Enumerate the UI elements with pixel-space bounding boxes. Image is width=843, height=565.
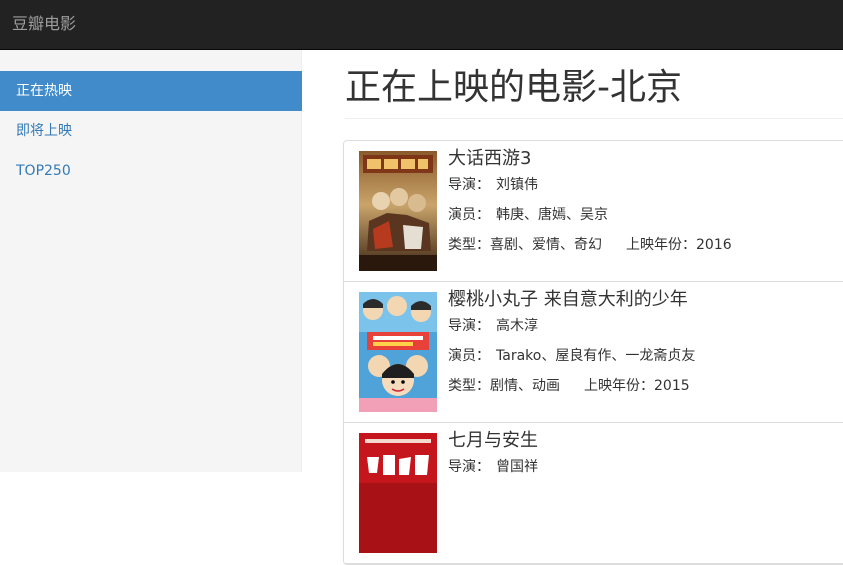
top-navbar: 豆瓣电影 (0, 0, 843, 50)
director-value: 刘镇伟 (496, 177, 538, 193)
movie-title[interactable]: 大话西游3 (448, 148, 531, 170)
director-value: 曾国祥 (496, 459, 538, 475)
year-value: 2015 (654, 378, 690, 394)
actors-value: Tarako、屋良有作、一龙斋贞友 (496, 348, 696, 364)
director-label: 导演： (448, 459, 490, 475)
genre-label: 类型： (448, 378, 490, 394)
sidebar-item-now-showing[interactable]: 正在热映 (0, 71, 302, 111)
brand-link[interactable]: 豆瓣电影 (12, 14, 76, 34)
sidebar: 正在热映 即将上映 TOP250 (0, 50, 302, 472)
movie-actors: 演员： Tarako、屋良有作、一龙斋贞友 (448, 347, 695, 365)
movie-title[interactable]: 樱桃小丸子 来自意大利的少年 (448, 289, 688, 311)
movie-poster[interactable] (359, 433, 437, 553)
year-label: 上映年份： (626, 237, 696, 253)
year-label: 上映年份： (584, 378, 654, 394)
movie-actors: 演员： 韩庚、唐嫣、吴京 (448, 206, 608, 224)
movie-item: 大话西游3 导演： 刘镇伟 演员： 韩庚、唐嫣、吴京 类型：喜剧、爱情、奇幻 上映年份… (344, 141, 843, 282)
movie-item: 七月与安生 导演： 曾国祥 (344, 423, 843, 564)
movie-title[interactable]: 七月与安生 (448, 430, 538, 452)
movie-poster[interactable] (359, 151, 437, 271)
movie-genre-year: 类型：喜剧、爱情、奇幻 上映年份：2016 (448, 236, 732, 254)
movie-genre-year: 类型：剧情、动画 上映年份：2015 (448, 377, 690, 395)
director-label: 导演： (448, 177, 490, 193)
actors-label: 演员： (448, 348, 490, 364)
genre-label: 类型： (448, 237, 490, 253)
actors-value: 韩庚、唐嫣、吴京 (496, 207, 608, 223)
movie-director: 导演： 高木淳 (448, 317, 538, 335)
movie-item: 樱桃小丸子 来自意大利的少年 导演： 高木淳 演员： Tarako、屋良有作、一龙斋… (344, 282, 843, 423)
sidebar-item-coming-soon[interactable]: 即将上映 (0, 111, 302, 151)
title-divider (345, 118, 843, 119)
movie-director: 导演： 刘镇伟 (448, 176, 538, 194)
genre-value: 喜剧、爱情、奇幻 (490, 237, 602, 253)
movie-list: 大话西游3 导演： 刘镇伟 演员： 韩庚、唐嫣、吴京 类型：喜剧、爱情、奇幻 上映年份… (343, 140, 843, 565)
year-value: 2016 (696, 237, 732, 253)
movie-poster[interactable] (359, 292, 437, 412)
director-label: 导演： (448, 318, 490, 334)
page-title: 正在上映的电影-北京 (345, 67, 682, 108)
actors-label: 演员： (448, 207, 490, 223)
director-value: 高木淳 (496, 318, 538, 334)
movie-director: 导演： 曾国祥 (448, 458, 538, 476)
sidebar-item-top250[interactable]: TOP250 (0, 151, 302, 191)
genre-value: 剧情、动画 (490, 378, 560, 394)
